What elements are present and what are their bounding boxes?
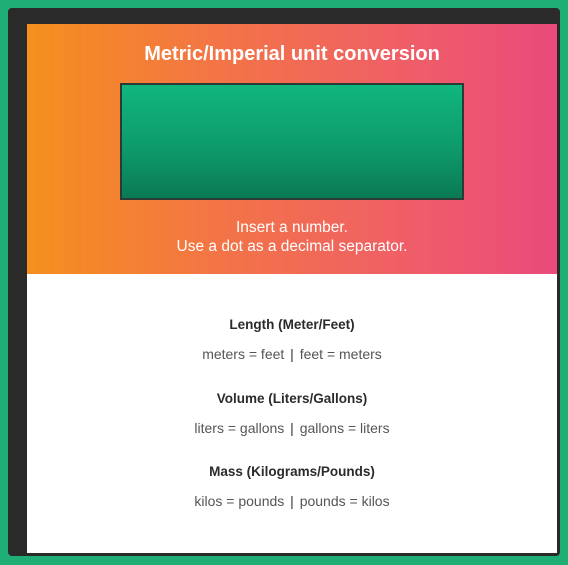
mass-section: Mass (Kilograms/Pounds) kilos = pounds |… (27, 464, 557, 509)
section-values: liters = gallons | gallons = liters (27, 420, 557, 436)
mass-pounds-to-kilos: pounds = kilos (299, 493, 390, 509)
volume-section: Volume (Liters/Gallons) liters = gallons… (27, 391, 557, 436)
header-section: Metric/Imperial unit conversion Insert a… (27, 24, 557, 274)
value-separator: | (290, 420, 294, 436)
mass-kilos-to-pounds: kilos = pounds (194, 493, 285, 509)
value-separator: | (290, 346, 294, 362)
input-hint: Insert a number. Use a dot as a decimal … (27, 218, 557, 256)
length-feet-to-meters: feet = meters (299, 346, 382, 362)
number-input[interactable] (120, 83, 464, 200)
app-frame: Metric/Imperial unit conversion Insert a… (8, 8, 560, 556)
hint-line-2: Use a dot as a decimal separator. (176, 238, 408, 255)
length-section: Length (Meter/Feet) meters = feet | feet… (27, 317, 557, 362)
volume-gallons-to-liters: gallons = liters (299, 420, 390, 436)
length-meters-to-feet: meters = feet (202, 346, 285, 362)
section-values: kilos = pounds | pounds = kilos (27, 493, 557, 509)
volume-liters-to-gallons: liters = gallons (194, 420, 285, 436)
section-title: Mass (Kilograms/Pounds) (209, 464, 375, 479)
section-title: Length (Meter/Feet) (229, 317, 355, 332)
section-values: meters = feet | feet = meters (27, 346, 557, 362)
value-separator: | (290, 493, 294, 509)
page-title: Metric/Imperial unit conversion (144, 43, 440, 65)
converter-card: Metric/Imperial unit conversion Insert a… (27, 24, 557, 553)
section-title: Volume (Liters/Gallons) (216, 391, 368, 406)
hint-line-1: Insert a number. (235, 219, 348, 236)
